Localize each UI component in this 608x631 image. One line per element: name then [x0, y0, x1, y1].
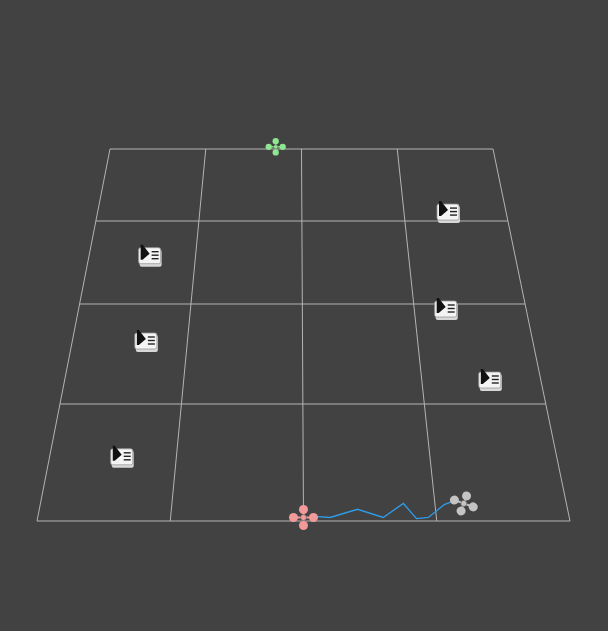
current-drone-icon	[446, 487, 482, 520]
obstacle-icon	[111, 446, 134, 468]
obstacle-icon	[479, 369, 502, 391]
flight-path	[314, 500, 457, 519]
start-drone-icon	[289, 505, 318, 530]
scene-canvas[interactable]	[0, 0, 608, 631]
grid-line	[397, 149, 437, 521]
grid-line	[493, 149, 570, 521]
grid-line	[170, 149, 206, 521]
simulation-viewport[interactable]	[0, 0, 608, 631]
obstacle-icon	[139, 245, 162, 267]
obstacle-icon	[135, 330, 158, 352]
grid-line	[302, 149, 304, 521]
obstacle-icon	[437, 201, 460, 223]
obstacle-icon	[435, 298, 458, 320]
grid-line	[37, 149, 110, 521]
goal-drone-icon	[266, 138, 286, 156]
ground-grid	[37, 149, 570, 521]
